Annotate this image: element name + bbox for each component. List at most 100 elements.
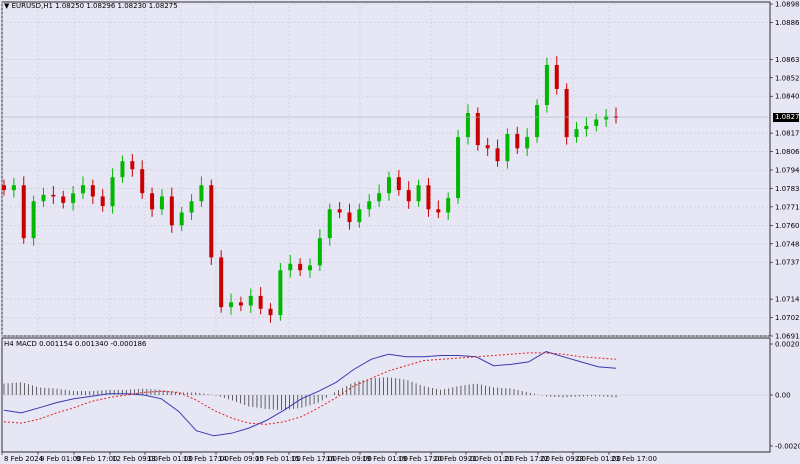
candle-body [544, 64, 549, 106]
candle-body [485, 145, 490, 149]
candle-body [120, 161, 125, 178]
candle-body [189, 201, 194, 213]
candle-body [495, 148, 500, 162]
candle-body [31, 201, 36, 239]
price-axis-label: 1.08175 [775, 130, 800, 138]
low-value: 1.08230 [117, 2, 147, 10]
candle-body [209, 185, 214, 258]
candle-body [140, 169, 145, 194]
candle-body [308, 265, 312, 271]
candle-body [594, 119, 599, 126]
candle-body [436, 209, 441, 213]
candle-body [426, 185, 431, 210]
price-axis-label: 1.08980 [775, 1, 800, 9]
dropdown-arrow-icon[interactable]: ▼ [4, 2, 9, 10]
time-axis-label: 23 Feb 17:00 [611, 455, 657, 463]
candle-body [574, 129, 579, 138]
macd-value-main: 0.001154 [39, 340, 73, 348]
candle-body [159, 196, 164, 210]
candle-body [288, 263, 293, 271]
candle-body [130, 161, 135, 170]
candle-body [71, 193, 76, 203]
candle-body [377, 193, 382, 202]
macd-label: H4 MACD [4, 340, 37, 348]
price-axis-label: 1.07370 [775, 259, 800, 267]
price-axis-label: 1.07600 [775, 222, 800, 230]
candle-body [505, 133, 510, 162]
price-axis-label: 1.07945 [775, 167, 800, 175]
candle-body [11, 185, 16, 191]
candle-body [406, 190, 411, 202]
chart-window[interactable]: 1.08980 1.08865 1.08635 1.08520 1.08405 1.081… [0, 0, 800, 464]
time-axis-label: 8 Feb 2024 [4, 455, 44, 463]
price-axis-label: 1.07140 [775, 296, 800, 304]
candle-body [80, 185, 85, 194]
macd-axis-label: -0.002074 [775, 443, 800, 451]
candle-body [21, 185, 26, 239]
candle-body [100, 196, 105, 207]
price-axis-label: 1.08865 [775, 19, 800, 27]
candle-body [525, 137, 530, 149]
candle-body [564, 89, 569, 138]
candle-body [2, 185, 6, 191]
candle-body [386, 177, 391, 194]
candle-body [248, 295, 253, 306]
candle-body [535, 105, 540, 138]
candle-body [90, 185, 95, 197]
close-value: 1.08275 [148, 2, 178, 10]
candle-body [515, 133, 520, 149]
candle-body [150, 193, 155, 210]
candle-body [61, 196, 66, 203]
candle-body [446, 198, 451, 213]
price-axis-label: 1.08635 [775, 56, 800, 64]
candle-body [41, 194, 46, 202]
candle-body [229, 302, 234, 308]
candle-body [416, 185, 421, 202]
candle-body [456, 137, 461, 199]
candle-body [584, 125, 589, 130]
candle-body [169, 196, 174, 226]
candle-body [238, 302, 243, 306]
candle-body [337, 209, 342, 213]
candle-body [110, 177, 115, 207]
macd-header: H4 MACD 0.001154 0.001340 -0.000186 [4, 340, 146, 348]
macd-value-hist: -0.000186 [110, 340, 147, 348]
price-axis-label: 1.07715 [775, 203, 800, 211]
macd-signal-line [3, 352, 617, 425]
candle-body [604, 116, 609, 120]
symbol-label: EURUSD,H1 [11, 2, 53, 10]
candle-body [219, 257, 224, 308]
macd-axis-label: 0.00 [775, 392, 791, 400]
macd-axis-label: 0.00203 [775, 341, 800, 349]
candle-body [357, 209, 362, 223]
candle-body [258, 295, 263, 309]
candle-body [465, 113, 470, 138]
candle-body [298, 263, 303, 271]
price-axis-label: 1.08520 [775, 74, 800, 82]
high-value: 1.08296 [86, 2, 116, 10]
candle-body [396, 177, 401, 191]
price-axis-label: 1.08060 [775, 148, 800, 156]
price-axis-label: 1.07485 [775, 240, 800, 248]
price-axis-label: 1.06910 [775, 333, 800, 341]
candle-body [475, 113, 480, 146]
candle-body [199, 185, 204, 202]
candle-body [317, 238, 322, 266]
macd-main-line [3, 351, 617, 437]
candle-body [554, 64, 559, 90]
price-axis-label: 1.07830 [775, 185, 800, 193]
candle-body [347, 212, 352, 223]
chart-canvas[interactable]: 1.08980 1.08865 1.08635 1.08520 1.08405 1.081… [0, 0, 800, 464]
candle-body [268, 308, 273, 316]
macd-value-signal: 0.001340 [74, 340, 109, 348]
main-header: ▼ EURUSD,H1 1.08250 1.08296 1.08230 1.08… [4, 2, 178, 10]
open-value: 1.08250 [55, 2, 85, 10]
candle-body [278, 270, 283, 316]
candle-body [179, 212, 184, 226]
candle-body [367, 201, 372, 210]
price-axis-label: 1.08405 [775, 93, 800, 101]
main-panel-frame [1, 1, 771, 337]
current-price-tag: 1.08275 [773, 113, 800, 122]
price-axis-label: 1.07025 [775, 314, 800, 322]
candle-body [51, 194, 56, 197]
